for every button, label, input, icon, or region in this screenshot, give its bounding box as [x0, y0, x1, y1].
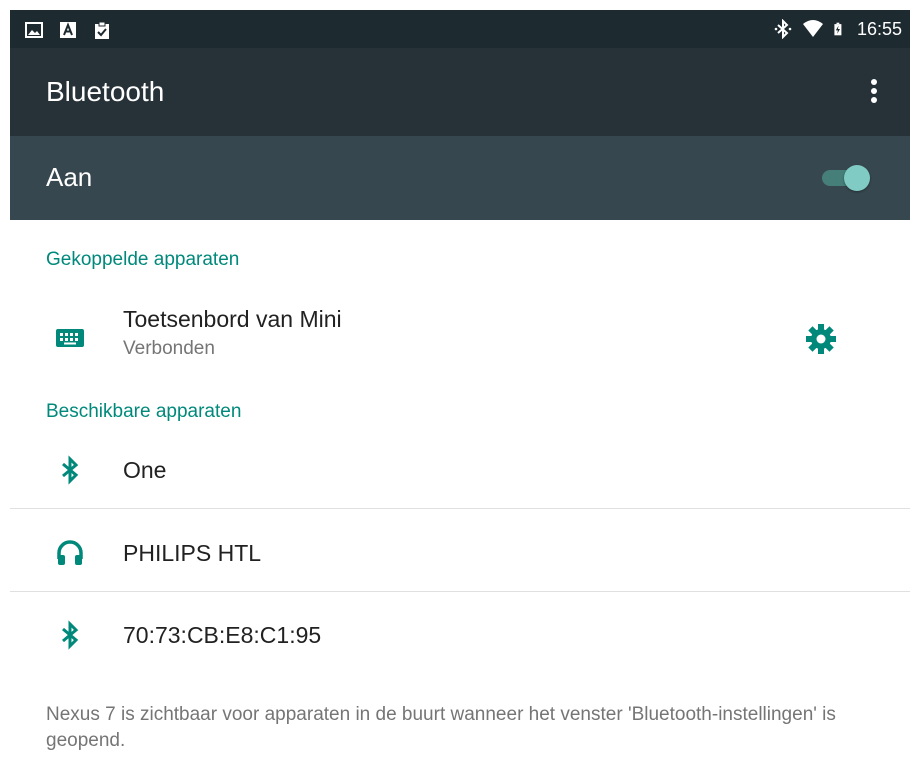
- page-title: Bluetooth: [46, 76, 165, 107]
- text-icon: [60, 22, 76, 38]
- device-status: Verbonden: [123, 338, 215, 359]
- switch-thumb: [844, 165, 870, 191]
- bluetooth-icon: [62, 620, 79, 650]
- wifi-icon: [802, 20, 823, 37]
- available-device-row[interactable]: One: [10, 436, 910, 506]
- divider: [10, 591, 910, 592]
- status-bar: 16:55: [10, 10, 910, 48]
- divider: [10, 508, 910, 509]
- bluetooth-icon: [62, 455, 79, 485]
- battery-charging-icon: [834, 22, 842, 36]
- headphones-icon: [57, 540, 83, 565]
- keyboard-icon: [56, 329, 84, 347]
- image-icon: [25, 22, 43, 38]
- device-name: PHILIPS HTL: [123, 540, 262, 566]
- bluetooth-icon: [774, 19, 792, 39]
- bluetooth-toggle-row[interactable]: Aan: [10, 136, 910, 220]
- toggle-label: Aan: [46, 162, 93, 192]
- device-name: One: [123, 457, 167, 483]
- available-devices-header: Beschikbare apparaten: [46, 401, 242, 422]
- gear-icon[interactable]: [804, 322, 838, 356]
- device-name: Toetsenbord van Mini: [123, 306, 342, 332]
- clipboard-check-icon: [95, 21, 109, 39]
- paired-device-row[interactable]: Toetsenbord van Mini Verbonden: [10, 292, 910, 384]
- app-bar: Bluetooth: [10, 48, 910, 136]
- more-vert-icon[interactable]: [862, 74, 886, 110]
- available-device-row[interactable]: PHILIPS HTL: [10, 517, 910, 591]
- status-time: 16:55: [856, 19, 902, 39]
- visibility-note: Nexus 7 is zichtbaar voor apparaten in d…: [46, 704, 836, 751]
- bluetooth-switch[interactable]: [822, 165, 874, 191]
- device-name: 70:73:CB:E8:C1:95: [123, 622, 322, 648]
- available-device-row[interactable]: 70:73:CB:E8:C1:95: [10, 602, 910, 676]
- bluetooth-settings-screen: 16:55 Bluetooth Aan Gekoppelde apparaten: [10, 10, 910, 771]
- paired-devices-header: Gekoppelde apparaten: [46, 249, 240, 270]
